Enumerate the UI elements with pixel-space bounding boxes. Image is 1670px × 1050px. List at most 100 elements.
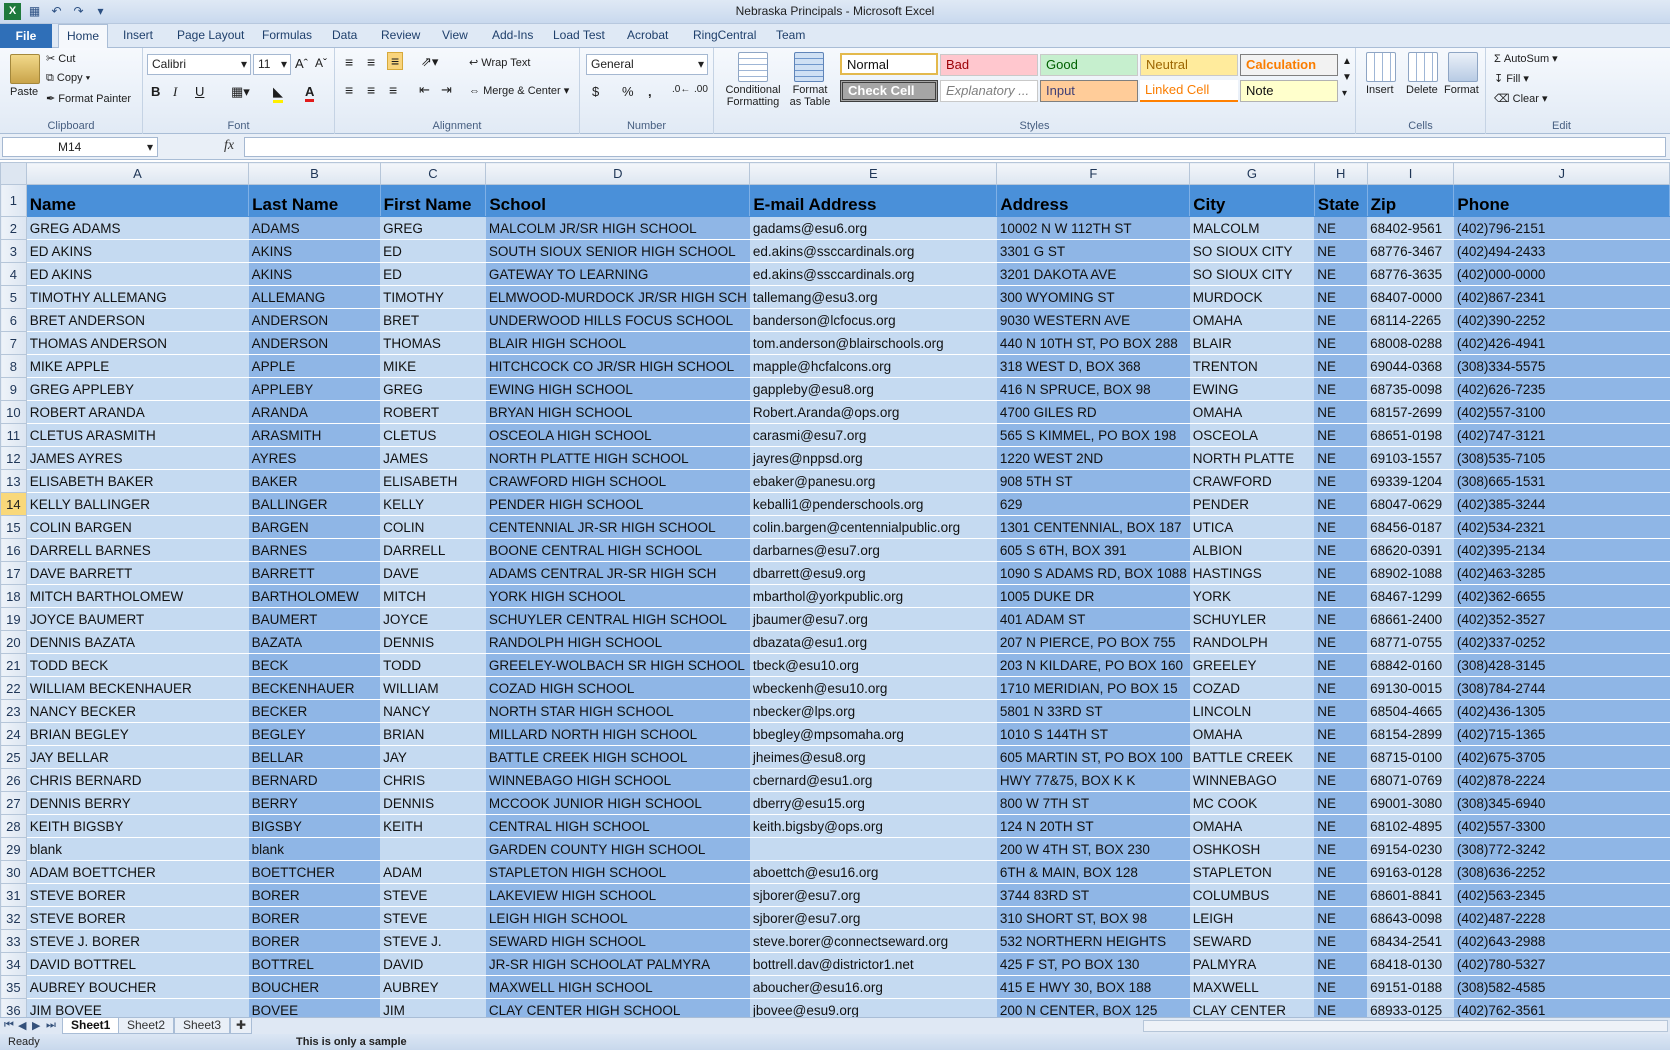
cell[interactable]: BORER (248, 883, 381, 907)
cell[interactable]: ADAM BOETTCHER (26, 860, 249, 884)
cell[interactable]: (308)345-6940 (1453, 791, 1670, 815)
cell[interactable]: SEWARD (1189, 929, 1315, 953)
cell[interactable]: KELLY BALLINGER (26, 492, 249, 516)
cell[interactable]: (402)626-7235 (1453, 377, 1670, 401)
paste-icon[interactable] (10, 54, 40, 84)
delete-cells-icon[interactable] (1408, 52, 1438, 82)
cell[interactable]: BRIAN BEGLEY (26, 722, 249, 746)
cell[interactable]: 68504-4665 (1367, 699, 1454, 723)
cell[interactable]: EWING (1189, 377, 1315, 401)
cell[interactable]: BORER (248, 929, 381, 953)
column-header-a[interactable]: A (25, 162, 250, 185)
cell[interactable]: (402)352-3527 (1453, 607, 1670, 631)
cell[interactable]: (402)395-2134 (1453, 538, 1670, 562)
cell[interactable]: MIKE APPLE (26, 354, 249, 378)
cell[interactable]: DAVID BOTTREL (26, 952, 249, 976)
cell[interactable]: jbaumer@esu7.org (749, 607, 997, 631)
row-header[interactable]: 1 (0, 184, 27, 217)
cell[interactable]: JOYCE BAUMERT (26, 607, 249, 631)
format-as-table-icon[interactable] (794, 52, 824, 82)
cell[interactable]: BEGLEY (248, 722, 381, 746)
row-header[interactable]: 35 (0, 975, 27, 999)
cell[interactable]: WILLIAM (380, 676, 486, 700)
cell[interactable]: jayres@nppsd.org (749, 446, 997, 470)
cell[interactable]: CLAY CENTER (1189, 998, 1315, 1017)
cell[interactable]: OSHKOSH (1189, 837, 1315, 861)
row-header[interactable]: 4 (0, 262, 27, 286)
cell[interactable]: NE (1314, 814, 1368, 838)
cell[interactable]: ED (380, 262, 486, 286)
cell[interactable]: BERRY (248, 791, 381, 815)
clear-button[interactable]: ⌫ Clear ▾ (1494, 92, 1548, 105)
cell[interactable]: DENNIS BAZATA (26, 630, 249, 654)
header-cell[interactable]: Name (26, 184, 250, 217)
cell[interactable]: NE (1314, 492, 1368, 516)
name-box[interactable]: M14 ▾ (2, 137, 158, 157)
format-button[interactable]: Format (1444, 84, 1479, 96)
cell[interactable]: NE (1314, 400, 1368, 424)
row-header[interactable]: 16 (0, 538, 27, 562)
tab-formulas[interactable]: Formulas (259, 28, 315, 42)
tab-home[interactable]: Home (58, 24, 109, 49)
cell[interactable]: MITCH BARTHOLOMEW (26, 584, 249, 608)
row-header[interactable]: 6 (0, 308, 27, 332)
cell[interactable]: LEIGH HIGH SCHOOL (485, 906, 750, 930)
cell[interactable]: CRAWFORD HIGH SCHOOL (485, 469, 750, 493)
row-header[interactable]: 30 (0, 860, 27, 884)
header-cell[interactable]: State (1314, 184, 1368, 217)
row-header[interactable]: 18 (0, 584, 27, 608)
cell[interactable]: (402)000-0000 (1453, 262, 1670, 286)
cell[interactable]: YORK HIGH SCHOOL (485, 584, 750, 608)
cell[interactable]: BLAIR (1189, 331, 1315, 355)
styles-scroll-up-icon[interactable]: ▲ (1342, 56, 1352, 67)
cell[interactable]: MCCOOK JUNIOR HIGH SCHOOL (485, 791, 750, 815)
cell[interactable]: 800 W 7TH ST (996, 791, 1190, 815)
cell[interactable]: 4700 GILES RD (996, 400, 1190, 424)
cell[interactable]: SO SIOUX CITY (1189, 262, 1315, 286)
cell[interactable]: MC COOK (1189, 791, 1315, 815)
underline-button[interactable]: U (195, 84, 204, 99)
cell[interactable]: BATTLE CREEK (1189, 745, 1315, 769)
row-header[interactable]: 20 (0, 630, 27, 654)
cell[interactable]: NE (1314, 469, 1368, 493)
comma-button[interactable]: , (648, 84, 652, 99)
cell[interactable]: (308)535-7105 (1453, 446, 1670, 470)
cell[interactable]: 68776-3467 (1367, 239, 1454, 263)
tab-insert[interactable]: Insert (120, 28, 156, 42)
cell[interactable]: sjborer@esu7.org (749, 883, 997, 907)
cell[interactable]: NE (1314, 699, 1368, 723)
cell[interactable]: bbegley@mpsomaha.org (749, 722, 997, 746)
cell[interactable]: 68154-2899 (1367, 722, 1454, 746)
cell[interactable]: keballi1@penderschools.org (749, 492, 997, 516)
cell[interactable]: (402)362-6655 (1453, 584, 1670, 608)
formula-input[interactable] (244, 137, 1666, 157)
styles-more-icon[interactable]: ▾ (1342, 88, 1347, 99)
header-cell[interactable]: Zip (1367, 184, 1455, 217)
cell[interactable]: JIM (380, 998, 486, 1017)
cell[interactable]: 68102-4895 (1367, 814, 1454, 838)
cell[interactable]: BOTTREL (248, 952, 381, 976)
cell[interactable]: NE (1314, 952, 1368, 976)
insert-cells-icon[interactable] (1366, 52, 1396, 82)
cell[interactable]: 5801 N 33RD ST (996, 699, 1190, 723)
cell[interactable]: RANDOLPH HIGH SCHOOL (485, 630, 750, 654)
cell-table[interactable]: ABCDEFGHIJ 1 Name Last Name First Name Schoo… (0, 162, 1670, 1017)
style-normal[interactable]: Normal (840, 53, 938, 75)
cell[interactable]: (308)784-2744 (1453, 676, 1670, 700)
cell[interactable]: BOVEE (248, 998, 381, 1017)
header-cell[interactable]: Address (996, 184, 1191, 217)
cell[interactable]: PENDER (1189, 492, 1315, 516)
cell[interactable]: NE (1314, 515, 1368, 539)
decrease-indent-icon[interactable]: ⇤ (419, 82, 430, 98)
row-header[interactable]: 32 (0, 906, 27, 930)
cell[interactable]: 1090 S ADAMS RD, BOX 1088 (996, 561, 1190, 585)
cell[interactable]: 68771-0755 (1367, 630, 1454, 654)
header-cell[interactable]: First Name (380, 184, 487, 217)
cell[interactable]: NE (1314, 308, 1368, 332)
cell[interactable]: NE (1314, 768, 1368, 792)
cell[interactable]: 425 F ST, PO BOX 130 (996, 952, 1190, 976)
cell[interactable]: NE (1314, 722, 1368, 746)
cell[interactable]: ELISABETH (380, 469, 486, 493)
header-cell[interactable]: City (1189, 184, 1315, 217)
column-header-b[interactable]: B (248, 162, 381, 185)
